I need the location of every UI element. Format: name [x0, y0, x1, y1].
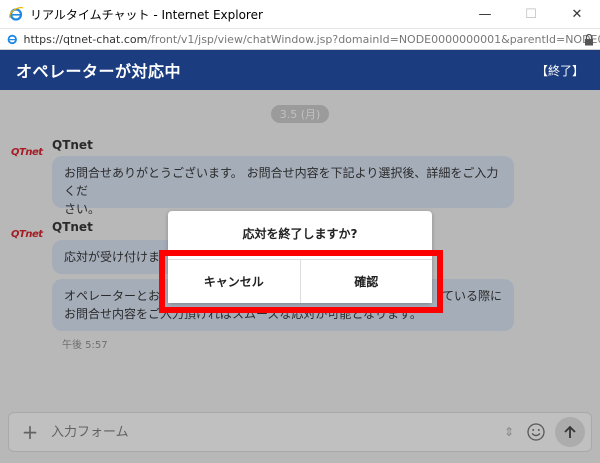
address-bar[interactable]: https://qtnet-chat.com/front/v1/jsp/view… — [0, 28, 600, 50]
chat-header: オペレーターが対応中 【終了】 — [0, 50, 600, 90]
window-controls: — ☐ ✕ — [462, 0, 600, 28]
lock-icon — [585, 33, 593, 46]
url-path: /front/v1/jsp/view/chatWindow.jsp?domain… — [147, 32, 600, 46]
end-chat-link[interactable]: 【終了】 — [536, 62, 584, 79]
maximize-button[interactable]: ☐ — [508, 0, 554, 28]
highlight-box — [159, 250, 443, 313]
dialog-message: 応対を終了しますか? — [242, 226, 358, 241]
internet-explorer-icon — [9, 6, 24, 21]
page-favicon-icon — [7, 34, 17, 45]
chat-status-title: オペレーターが対応中 — [16, 62, 182, 81]
minimize-button[interactable]: — — [462, 0, 508, 28]
window-titlebar: リアルタイムチャット - Internet Explorer — ☐ ✕ — [0, 0, 600, 28]
window-title: リアルタイムチャット - Internet Explorer — [30, 7, 263, 22]
close-button[interactable]: ✕ — [554, 0, 600, 28]
url-text[interactable]: https://qtnet-chat.com/front/v1/jsp/view… — [24, 33, 600, 46]
url-host: https://qtnet-chat.com — [23, 32, 148, 46]
